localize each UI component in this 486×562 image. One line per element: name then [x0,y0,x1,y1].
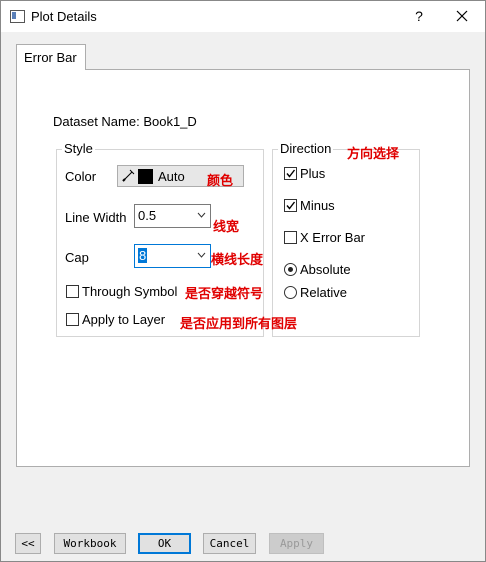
relative-label[interactable]: Relative [300,285,347,300]
annotation-line-width: 线宽 [213,219,240,234]
style-group-title: Style [62,141,95,156]
app-window-icon [10,10,25,23]
direction-group-title: Direction [278,141,334,156]
collapse-button[interactable]: << [15,533,41,554]
ok-button[interactable]: OK [138,533,191,554]
color-swatch [138,169,153,184]
close-button[interactable] [451,5,473,27]
title-bar: Plot Details ? [1,1,485,32]
x-error-bar-checkbox[interactable] [284,231,297,244]
pen-icon [122,169,135,182]
color-value: Auto [158,169,185,184]
x-error-bar-label[interactable]: X Error Bar [300,230,365,245]
apply-button: Apply [269,533,324,554]
annotation-cap: 横线长度 [211,252,264,267]
tab-error-bar-label: Error Bar [24,50,77,65]
annotation-through-symbol: 是否穿越符号 [185,286,264,301]
absolute-radio[interactable] [284,263,297,276]
plot-details-dialog: Plot Details ? Error Bar Dataset Name: B… [0,0,486,562]
apply-to-layer-label[interactable]: Apply to Layer [82,312,165,327]
checkmark-icon [286,169,296,178]
radio-selected-dot [288,267,293,272]
workbook-button[interactable]: Workbook [54,533,126,554]
annotation-direction: 方向选择 [347,146,400,161]
help-button[interactable]: ? [409,6,429,26]
close-icon [456,10,468,22]
absolute-label[interactable]: Absolute [300,262,351,277]
minus-label[interactable]: Minus [300,198,335,213]
line-width-label: Line Width [65,210,127,225]
plus-checkbox[interactable] [284,167,297,180]
line-width-value: 0.5 [138,208,157,223]
cap-combo[interactable]: 8 [134,244,211,268]
tab-error-bar[interactable]: Error Bar [16,44,86,70]
color-label: Color [65,169,97,184]
annotation-apply-to-layer: 是否应用到所有图层 [180,316,298,331]
cap-label: Cap [65,250,89,265]
window-title: Plot Details [31,9,97,24]
dataset-name: Dataset Name: Book1_D [53,114,197,129]
chevron-down-icon [197,252,206,258]
through-symbol-label[interactable]: Through Symbol [82,284,177,299]
annotation-color: 颜色 [207,173,234,188]
checkmark-icon [286,201,296,210]
minus-checkbox[interactable] [284,199,297,212]
plus-label[interactable]: Plus [300,166,325,181]
through-symbol-checkbox[interactable] [66,285,79,298]
cancel-button[interactable]: Cancel [203,533,256,554]
chevron-down-icon [197,212,206,218]
apply-to-layer-checkbox[interactable] [66,313,79,326]
relative-radio[interactable] [284,286,297,299]
cap-value: 8 [138,248,148,263]
line-width-combo[interactable]: 0.5 [134,204,211,228]
